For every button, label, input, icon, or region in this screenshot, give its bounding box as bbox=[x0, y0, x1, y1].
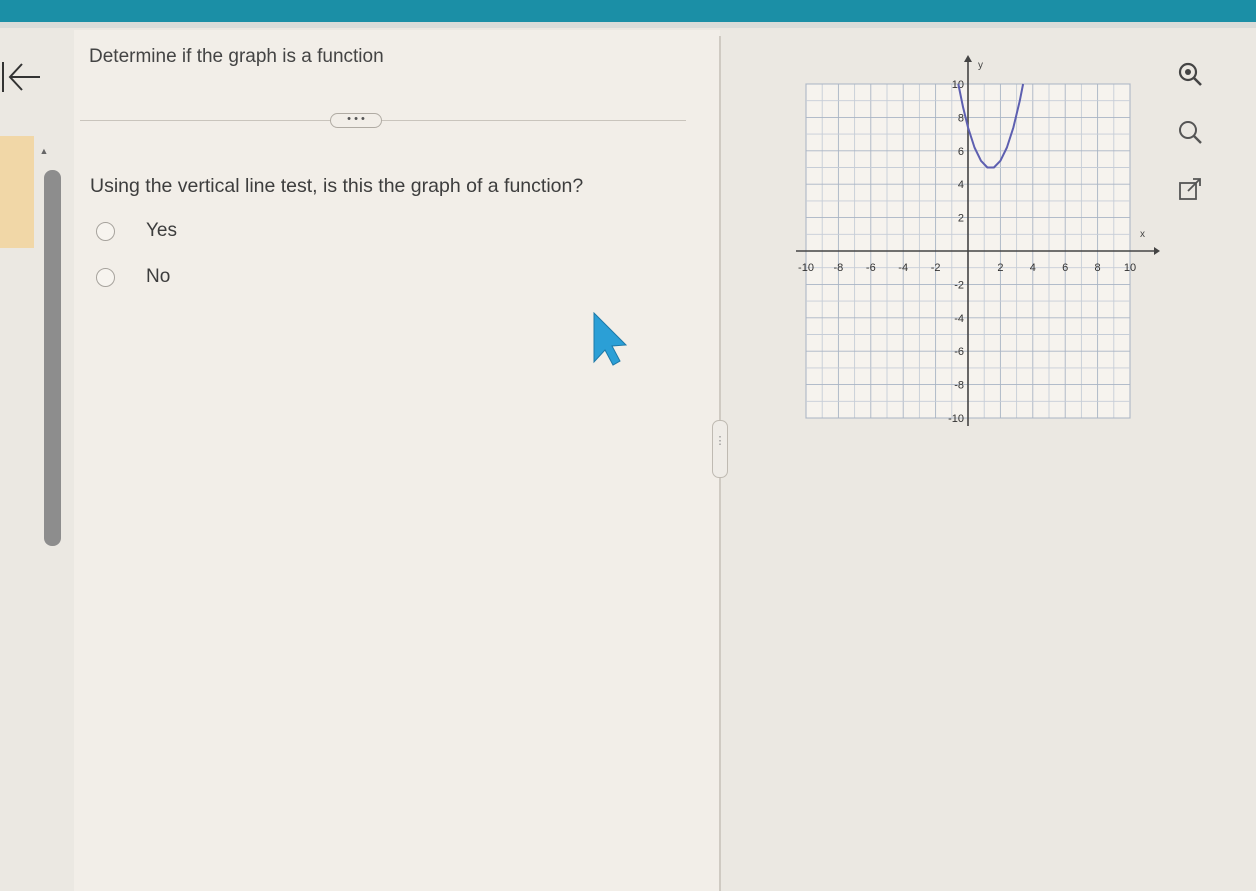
question-title: Determine if the graph is a function bbox=[89, 46, 384, 67]
banner-shadow bbox=[0, 22, 1256, 28]
y-axis-label: y bbox=[978, 60, 983, 71]
y-tick-label: -2 bbox=[954, 279, 964, 291]
coordinate-graph: xy -10 -8 -6 -4 -2 2 4 6 8 10108642-2-4-6-8-10 bbox=[796, 55, 1160, 426]
back-button[interactable] bbox=[0, 56, 44, 96]
zoom-in-button[interactable] bbox=[1176, 60, 1204, 88]
x-tick-label: 2 bbox=[997, 262, 1003, 274]
y-tick-label: 6 bbox=[958, 146, 964, 158]
side-tab[interactable] bbox=[0, 136, 34, 248]
y-tick-label: 4 bbox=[958, 179, 964, 191]
pane-resize-handle[interactable]: ⋮ bbox=[712, 420, 728, 478]
more-button[interactable]: • • • bbox=[330, 113, 382, 128]
top-banner bbox=[0, 0, 1256, 22]
question-prompt: Using the vertical line test, is this th… bbox=[90, 175, 584, 197]
radio-button[interactable] bbox=[96, 222, 115, 241]
x-tick-label: 4 bbox=[1030, 262, 1036, 274]
scrollbar[interactable] bbox=[44, 170, 61, 546]
x-tick-label: 8 bbox=[1095, 262, 1101, 274]
question-pane bbox=[74, 30, 720, 891]
separator-line bbox=[80, 120, 686, 121]
x-tick-label: 10 bbox=[1124, 262, 1136, 274]
mouse-cursor-icon bbox=[593, 312, 627, 366]
y-tick-label: -10 bbox=[948, 413, 964, 425]
back-arrow-icon bbox=[2, 62, 40, 92]
option-label: Yes bbox=[146, 220, 177, 241]
y-tick-label: 8 bbox=[958, 112, 964, 124]
x-tick-label: -2 bbox=[931, 262, 941, 274]
y-tick-label: -4 bbox=[954, 313, 964, 325]
x-tick-label: -8 bbox=[834, 262, 844, 274]
y-tick-label: 2 bbox=[958, 213, 964, 225]
y-tick-label: -6 bbox=[954, 346, 964, 358]
x-tick-label: -10 bbox=[798, 262, 814, 274]
popout-button[interactable] bbox=[1176, 176, 1204, 204]
y-tick-label: -8 bbox=[954, 380, 964, 392]
x-axis-label: x bbox=[1140, 229, 1145, 240]
radio-button[interactable] bbox=[96, 268, 115, 287]
x-tick-label: -6 bbox=[866, 262, 876, 274]
x-tick-label: 6 bbox=[1062, 262, 1068, 274]
option-label: No bbox=[146, 266, 171, 287]
y-axis-arrow bbox=[964, 55, 972, 62]
zoom-in-icon bbox=[1178, 62, 1202, 86]
x-axis-arrow bbox=[1154, 247, 1160, 255]
popout-icon bbox=[1179, 178, 1201, 200]
zoom-out-button[interactable] bbox=[1176, 118, 1204, 146]
scroll-up-icon[interactable]: ▲ bbox=[38, 146, 50, 156]
zoom-out-icon bbox=[1179, 121, 1202, 144]
x-tick-label: -4 bbox=[898, 262, 908, 274]
